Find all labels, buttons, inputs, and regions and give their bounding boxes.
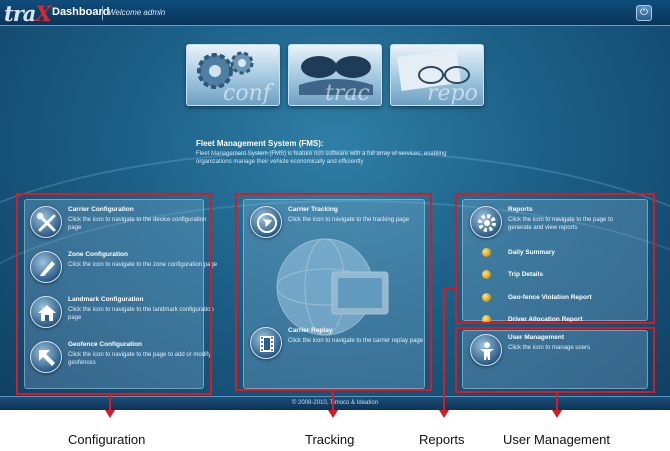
tracking-thumbnail[interactable]: trac	[288, 44, 382, 106]
thumbnail-overlay-text: trac	[325, 81, 370, 106]
reports-highlight-box	[455, 193, 655, 324]
header-bar: traX Dashboard Welcome admin ⏻	[0, 0, 670, 26]
header-divider	[102, 6, 103, 20]
logo-text: tra	[4, 1, 36, 26]
annotation-arrow-line	[109, 395, 111, 410]
logo-x: X	[35, 1, 51, 26]
copyright-text: © 2008-2010, Timoco & Ideation	[291, 400, 379, 406]
trax-logo[interactable]: traX	[4, 1, 52, 26]
page-title: Dashboard	[52, 6, 110, 18]
welcome-text: Welcome admin	[108, 8, 166, 17]
annotation-arrowhead	[105, 410, 115, 418]
annotation-arrow-line	[332, 391, 334, 410]
annotation-arrow-line	[443, 287, 445, 410]
reports-label: Reports	[419, 432, 465, 447]
screenshot-stage: traX Dashboard Welcome admin ⏻ conf trac	[0, 0, 670, 451]
configuration-thumbnail[interactable]: conf	[186, 44, 280, 106]
tracking-highlight-box	[235, 193, 432, 391]
tracking-label: Tracking	[305, 432, 355, 447]
fms-description: Fleet Management System (FMS) is feature…	[196, 151, 447, 165]
fms-heading: Fleet Management System (FMS):	[196, 139, 324, 148]
annotation-arrowhead	[439, 410, 449, 418]
user-management-label: User Management	[503, 432, 610, 447]
user-management-highlight-box	[455, 327, 655, 393]
reports-thumbnail[interactable]: repo	[390, 44, 484, 106]
thumbnail-overlay-text: repo	[427, 81, 478, 106]
configuration-highlight-box	[16, 193, 212, 395]
footer-bar: © 2008-2010, Timoco & Ideation	[0, 396, 670, 410]
logout-power-icon[interactable]: ⏻	[636, 5, 652, 21]
annotation-arrowhead	[328, 410, 338, 418]
annotation-arrow-line	[556, 393, 558, 410]
configuration-label: Configuration	[68, 432, 146, 447]
thumbnail-overlay-text: conf	[223, 81, 271, 106]
annotation-arrowhead	[552, 410, 562, 418]
